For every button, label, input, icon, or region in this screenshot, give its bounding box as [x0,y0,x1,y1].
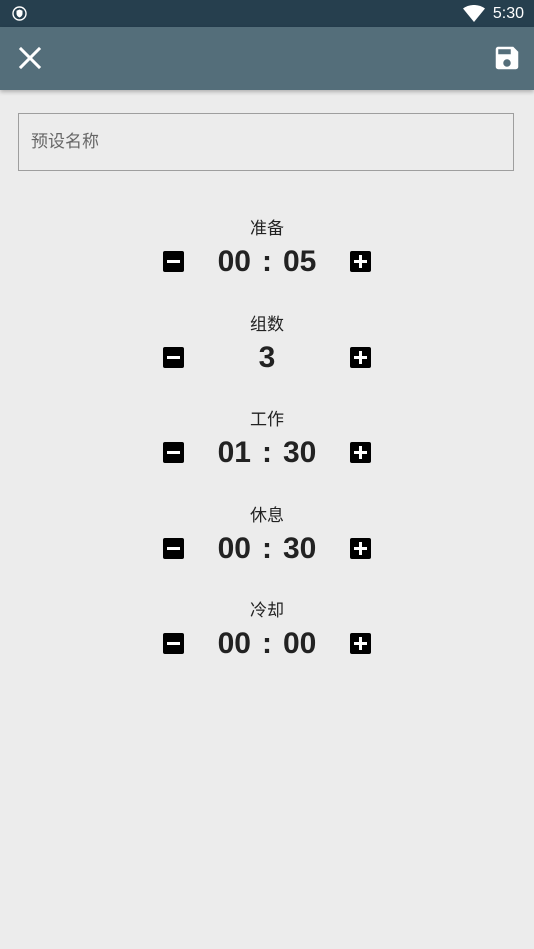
rest-decrease-button[interactable] [163,538,184,559]
status-clock: 5:30 [492,5,524,22]
plus-box-icon [350,347,371,368]
cooldown-increase-button[interactable] [350,633,371,654]
timer-label-cooldown: 冷却 [250,601,284,621]
work-decrease-button[interactable] [163,442,184,463]
prepare-increase-button[interactable] [350,251,371,272]
status-bar: 5:30 [0,0,534,27]
timer-row-rest: 休息 00 : 30 [0,505,534,601]
wifi-icon [463,4,485,22]
rest-time-value: 00 : 30 [190,529,344,569]
plus-box-icon [350,442,371,463]
cooldown-time-value: 00 : 00 [190,624,344,664]
floppy-disk-icon [492,43,522,73]
work-minutes: 01 [217,436,251,469]
close-button[interactable] [10,38,50,78]
close-icon [10,38,50,78]
timer-row-work: 工作 01 : 30 [0,409,534,505]
prepare-decrease-button[interactable] [163,251,184,272]
work-time-value: 01 : 30 [190,433,344,473]
cooldown-minutes: 00 [217,627,251,660]
cooldown-seconds: 00 [283,627,317,660]
sets-count: 3 [258,341,276,374]
plus-box-icon [350,251,371,272]
plus-box-icon [350,538,371,559]
timer-label-work: 工作 [250,410,284,430]
toolbar [0,27,534,90]
timer-row-prepare: 准备 00 : 05 [0,218,534,314]
save-button[interactable] [492,43,522,73]
work-increase-button[interactable] [350,442,371,463]
prepare-time-value: 00 : 05 [190,242,344,282]
sets-increase-button[interactable] [350,347,371,368]
time-separator: : [262,436,272,469]
minus-box-icon [163,347,184,368]
time-separator: : [262,532,272,565]
time-separator: : [262,627,272,660]
rest-increase-button[interactable] [350,538,371,559]
timer-row-sets: 组数 3 [0,314,534,410]
minus-box-icon [163,538,184,559]
prepare-minutes: 00 [217,245,251,278]
time-separator: : [262,245,272,278]
timer-label-rest: 休息 [250,506,284,526]
prepare-seconds: 05 [283,245,317,278]
cooldown-decrease-button[interactable] [163,633,184,654]
timer-row-cooldown: 冷却 00 : 00 [0,600,534,696]
minus-box-icon [163,251,184,272]
minus-box-icon [163,442,184,463]
shield-icon [12,6,27,21]
rest-minutes: 00 [217,532,251,565]
timer-label-prepare: 准备 [250,219,284,239]
plus-box-icon [350,633,371,654]
rest-seconds: 30 [283,532,317,565]
sets-decrease-button[interactable] [163,347,184,368]
preset-name-input[interactable] [18,113,514,171]
sets-value: 3 [190,338,344,378]
timer-label-sets: 组数 [250,315,284,335]
minus-box-icon [163,633,184,654]
work-seconds: 30 [283,436,317,469]
